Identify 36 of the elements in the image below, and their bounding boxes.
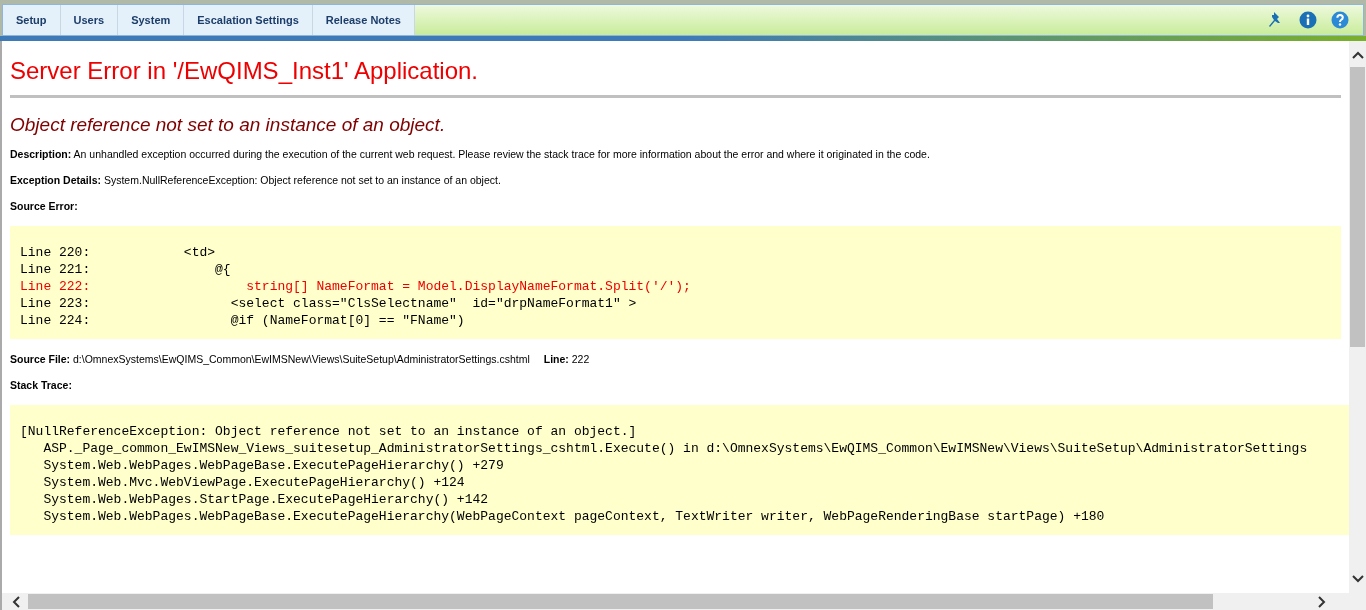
scroll-up-icon[interactable] xyxy=(1351,51,1364,59)
stack-trace-line: System.Web.Mvc.WebViewPage.ExecutePageHierarchy() +124 xyxy=(42,474,466,491)
code-line: Line 221: @{ xyxy=(20,261,232,278)
nav-tab[interactable]: System xyxy=(118,5,185,35)
scroll-left-icon[interactable] xyxy=(12,595,20,608)
stack-trace-line: [NullReferenceException: Object reference not set to an instance of an object.] xyxy=(20,423,638,440)
code-line: Line 223: <select class="ClsSelectname" id="drpNameFormat1" > xyxy=(20,295,638,312)
help-icon[interactable] xyxy=(1331,11,1349,29)
horizontal-scrollbar[interactable] xyxy=(0,593,1366,610)
nav-tab[interactable]: Release Notes xyxy=(312,5,415,35)
exception-details-label: Exception Details: xyxy=(10,174,102,186)
info-icon[interactable] xyxy=(1299,11,1317,29)
nav-tab[interactable]: Setup xyxy=(3,5,61,35)
scroll-right-icon[interactable] xyxy=(1318,595,1326,608)
vertical-scrollbar[interactable] xyxy=(1349,41,1366,593)
stack-trace-line: System.Web.WebPages.WebPageBase.ExecutePageHierarchy() +279 xyxy=(42,457,505,474)
description-label: Description: xyxy=(10,148,72,160)
stack-trace-label: Stack Trace: xyxy=(10,379,72,391)
source-file-path: d:\OmnexSystems\EwQIMS_Common\EwIMSNew\Views\SuiteSetup\AdministratorSettings.cshtml xyxy=(73,353,530,365)
stack-trace-line: System.Web.WebPages.StartPage.ExecutePageHierarchy() +142 xyxy=(42,491,490,508)
line-number: 222 xyxy=(571,353,590,365)
stack-trace-line: ASP._Page_common_EwIMSNew_Views_suitesetup_AdministratorSettings_cshtml.Execute() in d:\OmnexSystems\EwQIMS_Common\EwIMSNew\Views\SuiteSetup\AdministratorSettings xyxy=(42,440,1309,457)
source-error-label: Source Error: xyxy=(10,200,78,212)
error-message: Object reference not set to an instance of an object. xyxy=(10,114,447,136)
exception-details-text: System.NullReferenceException: Object reference not set to an instance of an object. xyxy=(103,174,501,186)
code-line: Line 222: string[] NameFormat = Model.DisplayNameFormat.Split('/'); xyxy=(20,278,692,295)
error-title: Server Error in '/EwQIMS_Inst1' Application. xyxy=(10,57,479,85)
line-label: Line: xyxy=(543,353,569,365)
nav-tab[interactable]: Escalation Settings xyxy=(184,5,313,35)
stack-trace-line: System.Web.WebPages.WebPageBase.ExecutePageHierarchy(WebPageContext pageContext, TextWriter writer, WebPageRenderingBase startPage) +180 xyxy=(42,508,1106,525)
code-line: Line 224: @if (NameFormat[0] == "FName") xyxy=(20,312,466,329)
scroll-down-icon[interactable] xyxy=(1351,575,1364,583)
source-file-label: Source File: xyxy=(10,353,71,365)
code-line: Line 220: <td> xyxy=(20,244,217,261)
nav-tab[interactable]: Users xyxy=(60,5,119,35)
description-text: An unhandled exception occurred during the execution of the current web request. Please review the stack trace for more information about the error and where it originated in the code. xyxy=(73,148,930,160)
